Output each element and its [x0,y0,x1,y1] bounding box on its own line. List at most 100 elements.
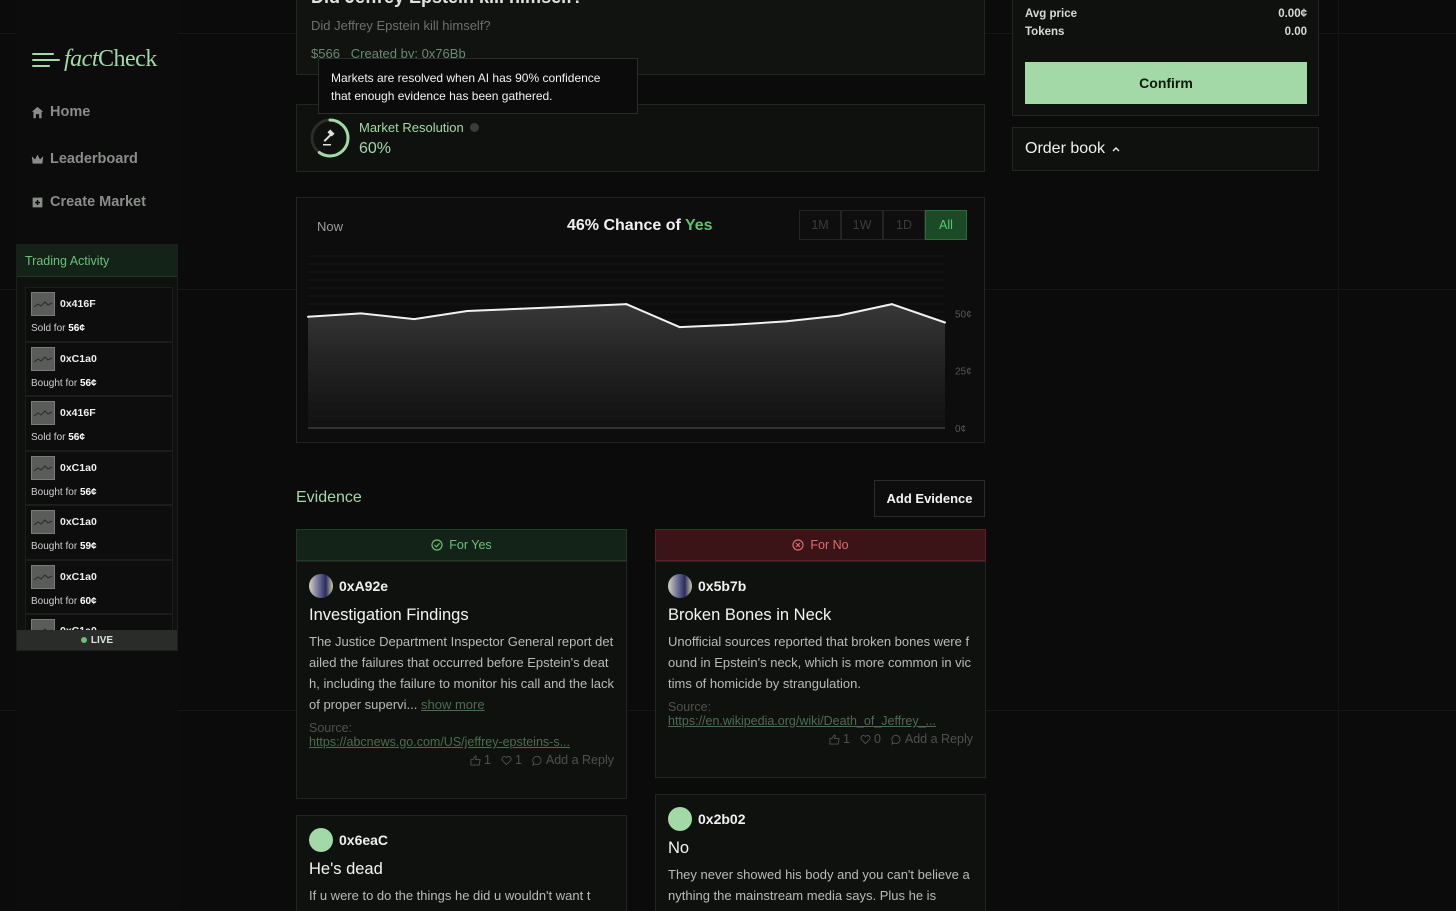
tooltip-line: that enough evidence has been gathered. [331,89,553,103]
evidence-author[interactable]: 0xA92e [309,574,614,598]
chart-point [519,307,522,310]
chart-point [731,323,734,326]
trade-user: 0x416F [60,407,96,419]
avg-price-value: 0.00¢ [1278,8,1307,20]
trade-item[interactable]: 0xC1a0 Bought for 56¢ [25,450,173,505]
evidence-author[interactable]: 0x5b7b [668,574,973,598]
evidence-card[interactable]: 0x2b02 No They never showed his body and… [655,794,986,911]
trade-item[interactable]: 0xC1a0 Bought for 60¢ [25,559,173,614]
range-all-button[interactable]: All [925,210,967,240]
tokens-row: Tokens 0.00 [1025,26,1307,38]
tokens-value: 0.00 [1284,26,1307,38]
avatar [668,574,692,598]
chart-point [413,318,416,321]
heart-button[interactable]: 0 [860,732,881,746]
trade-user: 0xC1a0 [60,516,97,528]
market-thumbnail [31,455,55,480]
add-reply-button[interactable]: Add a Reply [891,732,973,746]
info-icon[interactable] [469,123,479,132]
chart-title-outcome: Yes [684,217,713,234]
nav-create-market-label: Create Market [50,194,146,210]
evidence-author[interactable]: 0x2b02 [668,807,973,831]
upvote-button[interactable]: 1 [829,732,850,746]
nav-leaderboard-label: Leaderboard [50,151,138,167]
check-circle-icon [431,539,443,551]
comment-icon [891,734,901,745]
add-reply-button[interactable]: Add a Reply [532,753,614,767]
for-no-label: For No [810,538,849,552]
trade-user: 0xC1a0 [60,352,97,365]
logo-wordmark: factCheck [64,46,157,72]
trading-activity-panel: Trading Activity 0x416F Sold for 56¢ 0xC1a… [16,244,178,651]
live-indicator: LIVE [17,630,177,650]
range-1w-button[interactable]: 1W [841,210,883,240]
heart-icon [860,734,871,744]
source-link[interactable]: https://abcnews.go.com/US/jeffrey-epstei… [309,735,611,749]
show-more-link[interactable]: show more [421,697,485,712]
nav-leaderboard[interactable]: Leaderboard [31,151,138,167]
trade-item[interactable]: 0xC1a0 Bought for 56¢ [25,341,173,396]
evidence-card[interactable]: 0xA92e Investigation Findings The Justic… [296,561,627,799]
evidence-body-text: Unofficial sources reported that broken … [668,634,972,691]
heart-count: 0 [873,732,881,746]
logo-mark-icon [32,52,60,67]
range-1d-button[interactable]: 1D [883,210,925,240]
source-label: Source: [668,700,712,714]
trade-item[interactable]: 0x416F Sold for 56¢ [25,287,173,342]
avg-price-row: Avg price 0.00¢ [1025,8,1307,20]
upvote-button[interactable]: 1 [470,753,491,767]
chart-point [837,314,840,317]
add-reply-label: Add a Reply [904,732,973,746]
trading-activity-list[interactable]: 0x416F Sold for 56¢ 0xC1a0 Bought for 56¢ 0x… [25,287,173,631]
trade-item[interactable]: 0xC1a0 Bought for 59¢ [25,505,173,560]
evidence-title-text: He's dead [309,860,383,878]
market-subtitle: Did Jeffrey Epstein kill himself? [311,18,491,33]
trade-text: Bought for 56¢ [31,486,97,498]
evidence-card[interactable]: 0x5b7b Broken Bones in Neck Unofficial s… [655,561,986,778]
upvote-count: 1 [483,753,491,767]
evidence-card[interactable]: 0x6eaC He's dead If u were to do the thi… [296,815,627,911]
nav-create-market[interactable]: Create Market [31,194,146,210]
evidence-author[interactable]: 0x6eaC [309,828,614,852]
order-panel: Avg price 0.00¢ Tokens 0.00 Confirm [1012,0,1319,116]
grid-line [1338,0,1339,911]
evidence-body-text: If u were to do the things he did u woul… [309,888,591,903]
chart-now-label: Now [317,219,344,234]
add-evidence-button[interactable]: Add Evidence [874,480,985,517]
source-link[interactable]: https://en.wikipedia.org/wiki/Death_of_J… [668,714,970,728]
market-thumbnail [31,510,55,534]
evidence-title-text: Broken Bones in Neck [668,606,832,624]
trade-text: Sold for 56¢ [31,323,85,334]
time-range-selector: 1M 1W 1D All [799,210,967,240]
tooltip-line: Markets are resolved when AI has 90% con… [331,71,601,85]
upvote-count: 1 [842,732,850,746]
y-tick-label: 50¢ [955,309,972,320]
chart-point [307,315,309,318]
nav-home-label: Home [50,104,91,120]
order-book-toggle[interactable]: Order book [1012,127,1319,171]
confirm-button[interactable]: Confirm [1025,62,1307,104]
author-name: 0x2b02 [698,811,746,827]
market-thumbnail [31,346,55,371]
live-label: LIVE [90,634,114,646]
range-1m-button[interactable]: 1M [799,210,841,240]
chart-area [308,304,945,428]
y-tick-label: 25¢ [955,367,972,378]
y-tick-label: 0¢ [955,424,966,435]
source-label: Source: [309,721,353,735]
trade-item[interactable]: 0xC1a0 [25,614,173,631]
chart-title-prefix: 46% Chance of [567,217,681,234]
logo[interactable]: factCheck [32,46,157,73]
chart-point [625,303,628,306]
market-thumbnail [31,292,55,316]
live-dot-icon [80,637,87,643]
trade-item[interactable]: 0x416F Sold for 56¢ [25,396,173,451]
avatar [309,574,333,598]
heart-button[interactable]: 1 [501,753,522,767]
evidence-actions: 1 0 Add a Reply [668,732,973,746]
home-icon [31,106,44,118]
nav-home[interactable]: Home [31,104,90,120]
chart-point [890,303,893,306]
chart-point [360,312,363,315]
avatar [309,828,333,852]
